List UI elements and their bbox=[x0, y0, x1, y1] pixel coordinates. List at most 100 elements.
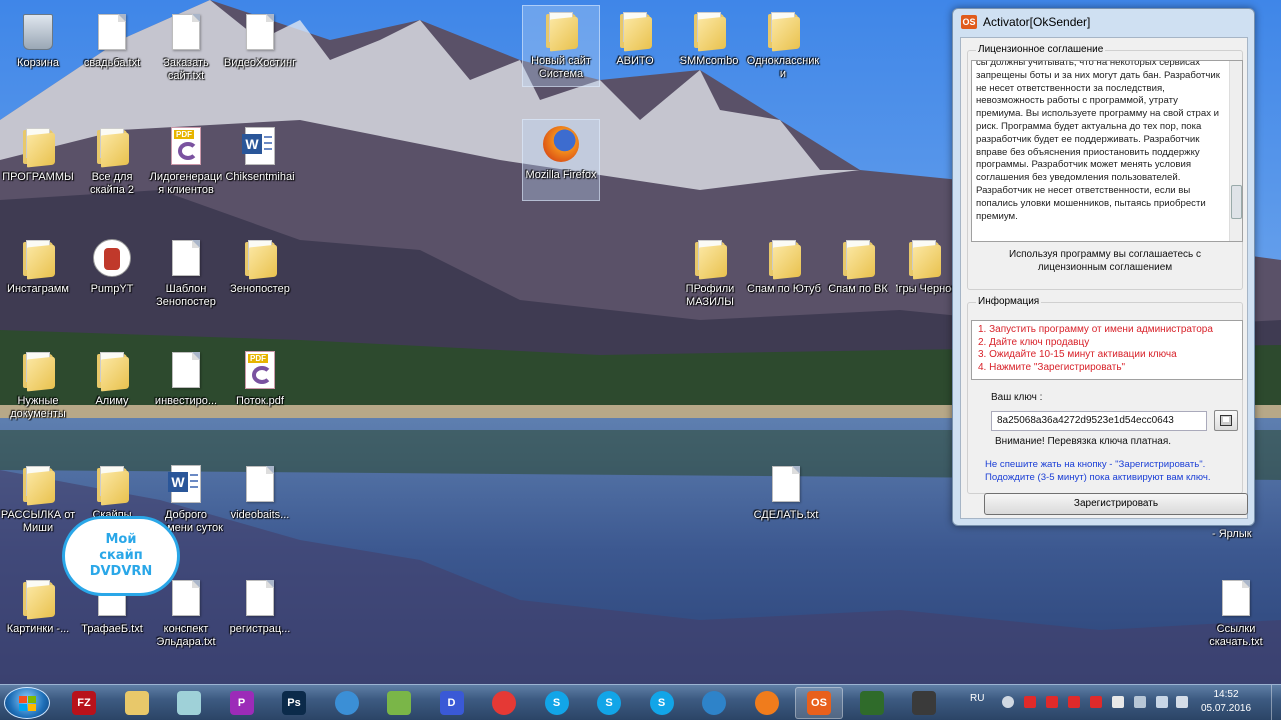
taskbar-photoshop-button[interactable]: Ps bbox=[270, 687, 318, 719]
tray-volume-icon[interactable] bbox=[1176, 696, 1188, 708]
scrollbar-thumb[interactable] bbox=[1231, 185, 1242, 219]
desktop-icon-folder[interactable]: Спам по ВК bbox=[820, 234, 896, 314]
clock[interactable]: 14:52 05.07.2016 bbox=[1198, 688, 1254, 716]
taskbar-firefox-button[interactable] bbox=[743, 687, 791, 719]
tray-network-icon[interactable] bbox=[1002, 696, 1014, 708]
desktop-icon-firefox[interactable]: Mozilla Firefox bbox=[522, 119, 600, 201]
desktop-icon-folder[interactable]: Зенопостер bbox=[222, 234, 298, 314]
dlink-icon: D bbox=[439, 691, 464, 715]
tray-app-icon[interactable] bbox=[1068, 696, 1080, 708]
taskbar-explorer-button[interactable] bbox=[113, 687, 161, 719]
desktop-icon-label: Все для скайпа 2 bbox=[89, 171, 135, 196]
activator-window: OS Activator[OkSender] Лицензионное согл… bbox=[952, 8, 1255, 526]
desktop-icon-file[interactable]: свадьба.txt bbox=[74, 8, 150, 88]
taskbar-notepad-button[interactable] bbox=[165, 687, 213, 719]
desktop-shortcut-label[interactable]: - Ярлык bbox=[1212, 528, 1252, 540]
system-tray: RU 14:52 05.07.2016 bbox=[962, 685, 1281, 720]
desktop-icon-pumpyt[interactable]: PumpYT bbox=[74, 234, 150, 314]
desktop-icon-folder[interactable]: Игры Черное bbox=[896, 234, 952, 314]
photoshop-icon: Ps bbox=[282, 691, 306, 715]
taskbar-skype-1-button[interactable]: S bbox=[533, 687, 581, 719]
folder-icon bbox=[18, 462, 58, 506]
desktop-icon-file[interactable]: регистрац... bbox=[222, 574, 298, 654]
taskbar-app-green-1-button[interactable] bbox=[848, 687, 896, 719]
firefox-icon bbox=[541, 122, 581, 166]
taskbar-globe-button[interactable] bbox=[690, 687, 738, 719]
desktop-icon-label: РАССЫЛКА от Миши bbox=[0, 509, 76, 534]
taskbar-skype-3-button[interactable]: S bbox=[638, 687, 686, 719]
app-green-2-icon bbox=[912, 691, 936, 715]
desktop-icon-folder[interactable]: АВИТО bbox=[597, 6, 673, 86]
word-document-icon: W bbox=[240, 124, 280, 168]
desktop-icon-file[interactable]: videobaits... bbox=[222, 460, 298, 540]
taskbar-skype-2-button[interactable]: S bbox=[585, 687, 633, 719]
desktop-icon-label: СДЕЛАТЬ.txt bbox=[753, 509, 819, 521]
desktop-icon-file[interactable]: СДЕЛАТЬ.txt bbox=[748, 460, 824, 540]
desktop-icon-folder[interactable]: Одноклассники bbox=[745, 6, 821, 86]
text-file-icon bbox=[1216, 576, 1256, 620]
desktop-icon-pdf[interactable]: PDF Лидогенерация клиентов bbox=[148, 122, 224, 202]
tray-flag-icon[interactable] bbox=[1112, 696, 1124, 708]
picpick-icon: P bbox=[229, 691, 254, 715]
tray-app-icon[interactable] bbox=[1024, 696, 1036, 708]
tray-app-icon[interactable] bbox=[1046, 696, 1058, 708]
desktop-icon-file[interactable]: ВидеоХостинг bbox=[222, 8, 298, 88]
desktop-icon-label: Спам по ВК bbox=[828, 283, 888, 295]
taskbar-ie-globe-button[interactable] bbox=[323, 687, 371, 719]
folder-icon bbox=[18, 236, 58, 280]
desktop-icon-label: Игры Черное bbox=[896, 283, 952, 295]
key-input[interactable]: 8a25068a36a4272d9523e1d54ecc0643 bbox=[991, 411, 1207, 431]
show-desktop-button[interactable] bbox=[1271, 685, 1281, 720]
info-textbox[interactable]: 1. Запустить программу от имени админист… bbox=[971, 320, 1243, 380]
skype-contact-badge: Мой скайп DVDVRN bbox=[62, 516, 180, 596]
desktop-icon-label: Картинки -... bbox=[6, 623, 70, 635]
desktop-icon-folder[interactable]: Новый сайт Система bbox=[522, 5, 600, 87]
taskbar-picpick-button[interactable]: P bbox=[218, 687, 266, 719]
desktop-icon-folder[interactable]: Все для скайпа 2 bbox=[74, 122, 150, 202]
desktop-icon-folder[interactable]: Алиму bbox=[74, 346, 150, 426]
text-file-icon bbox=[240, 462, 280, 506]
taskbar-chrome-button[interactable] bbox=[480, 687, 528, 719]
desktop-icon-file[interactable]: инвестиро... bbox=[148, 346, 224, 426]
start-button[interactable] bbox=[4, 687, 50, 719]
license-textbox[interactable]: сы должны учитывать, что на некоторых се… bbox=[971, 60, 1243, 242]
tray-display-icon[interactable] bbox=[1134, 696, 1146, 708]
desktop-icon-file[interactable]: Ссылки скачать.txt bbox=[1198, 574, 1274, 654]
text-file-icon bbox=[166, 10, 206, 54]
skype-2-icon: S bbox=[597, 691, 621, 715]
desktop-icon-file[interactable]: Заказать сайт.txt bbox=[148, 8, 224, 88]
folder-icon bbox=[763, 8, 803, 52]
desktop-icon-pdf[interactable]: PDF Поток.pdf bbox=[222, 346, 298, 426]
copy-key-button[interactable] bbox=[1214, 410, 1238, 431]
tray-network-icon[interactable] bbox=[1156, 696, 1168, 708]
taskbar-notepad-plus-button[interactable] bbox=[375, 687, 423, 719]
language-indicator[interactable]: RU bbox=[970, 693, 984, 704]
taskbar-oksender-button[interactable]: OS bbox=[795, 687, 843, 719]
license-scrollbar[interactable] bbox=[1229, 61, 1242, 241]
desktop-icon-folder[interactable]: Нужные документы bbox=[0, 346, 76, 426]
text-file-icon bbox=[166, 236, 206, 280]
desktop-icon-folder[interactable]: Картинки -... bbox=[0, 574, 76, 654]
desktop-icon-folder[interactable]: Спам по Ютуб bbox=[746, 234, 822, 314]
desktop-icon-label: videobaits... bbox=[230, 509, 290, 521]
desktop-icon-folder[interactable]: Инстаграмм bbox=[0, 234, 76, 314]
notepad-plus-icon bbox=[387, 691, 411, 715]
filezilla-icon: FZ bbox=[72, 691, 96, 715]
desktop-icon-folder[interactable]: ПРофили МАЗИЛЫ bbox=[672, 234, 748, 314]
register-button[interactable]: Зарегистрировать bbox=[984, 493, 1248, 515]
desktop-icon-recycle-bin[interactable]: Корзина bbox=[0, 8, 76, 88]
taskbar-app-green-2-button[interactable] bbox=[900, 687, 948, 719]
chrome-icon bbox=[492, 691, 516, 715]
pumpyt-icon bbox=[92, 236, 132, 280]
desktop-icon-word[interactable]: W Chiksentmihai bbox=[222, 122, 298, 202]
taskbar-filezilla-button[interactable]: FZ bbox=[60, 687, 108, 719]
folder-icon bbox=[690, 236, 730, 280]
folder-icon bbox=[541, 8, 581, 52]
tray-app-icon[interactable] bbox=[1090, 696, 1102, 708]
taskbar-dlink-button[interactable]: D bbox=[428, 687, 476, 719]
desktop-icon-file[interactable]: Шаблон Зенопостер bbox=[148, 234, 224, 314]
window-titlebar[interactable]: OS Activator[OkSender] bbox=[953, 9, 1254, 35]
desktop-icon-folder[interactable]: SMMcombo bbox=[671, 6, 747, 86]
desktop-icon-folder[interactable]: РАССЫЛКА от Миши bbox=[0, 460, 76, 540]
desktop-icon-folder[interactable]: ПРОГРАММЫ bbox=[0, 122, 76, 202]
